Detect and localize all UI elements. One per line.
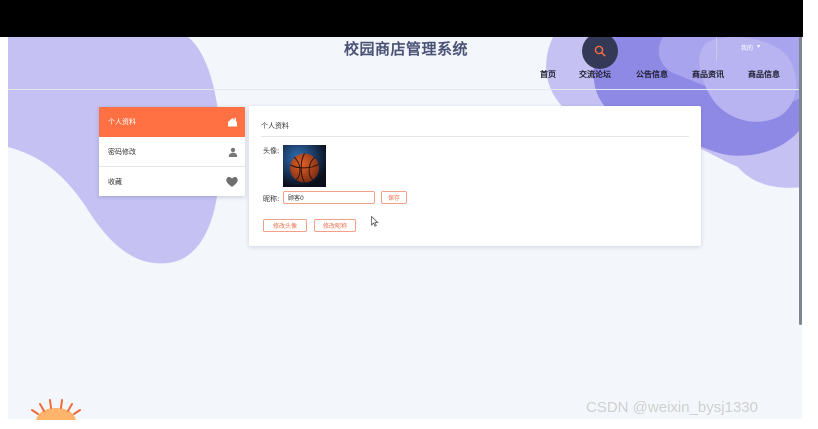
side-item-profile[interactable]: 个人资料 <box>99 107 245 137</box>
search-icon <box>594 45 606 57</box>
change-nickname-button[interactable]: 修改昵称 <box>314 219 356 232</box>
side-item-label: 个人资料 <box>108 118 136 126</box>
browser-top-bar <box>0 0 803 37</box>
nickname-label: 昵称: <box>263 195 280 203</box>
nav-home[interactable]: 首页 <box>540 69 556 80</box>
nav-products[interactable]: 商品信息 <box>748 69 780 80</box>
site-title: 校园商店管理系统 <box>344 40 469 58</box>
basketball-image <box>283 145 326 187</box>
nickname-input[interactable] <box>283 191 375 204</box>
heart-icon <box>226 177 238 187</box>
user-menu-label: 我的 <box>741 45 754 52</box>
side-item-password[interactable]: 密码修改 <box>99 137 245 167</box>
side-item-label: 收藏 <box>108 178 122 186</box>
chevron-down-icon: ▾ <box>757 43 761 50</box>
profile-side-menu: 个人资料 密码修改 收藏 <box>99 107 245 196</box>
nav-notice[interactable]: 公告信息 <box>636 69 668 80</box>
side-item-label: 密码修改 <box>108 147 136 156</box>
user-separator <box>716 37 717 61</box>
panel-divider <box>261 136 689 137</box>
watermark-text: CSDN @weixin_bysj1330 <box>586 399 758 416</box>
save-button[interactable]: 保存 <box>381 191 407 204</box>
page-scrollbar[interactable] <box>799 37 802 325</box>
person-icon <box>228 147 238 157</box>
sun-logo-icon <box>26 399 86 422</box>
avatar[interactable] <box>283 145 326 187</box>
header-divider <box>8 89 802 90</box>
avatar-label: 头像: <box>263 147 280 155</box>
user-menu[interactable]: 我的 ▾ <box>741 43 760 52</box>
mouse-cursor-icon <box>371 216 379 227</box>
change-avatar-button[interactable]: 修改头像 <box>263 219 307 232</box>
side-item-favorites[interactable]: 收藏 <box>99 167 245 197</box>
nav-news[interactable]: 商品资讯 <box>692 69 724 80</box>
page-viewport: 校园商店管理系统 我的 ▾ 首页 交流论坛 公告信息 商品资讯 商品信息 个人资… <box>8 37 802 419</box>
panel-title: 个人资料 <box>261 122 289 130</box>
profile-panel: 个人资料 头像: 昵称: 顾客0 保存 修改头像 修改昵称 <box>249 106 701 246</box>
nav-forum[interactable]: 交流论坛 <box>579 69 611 80</box>
home-icon <box>228 117 237 127</box>
